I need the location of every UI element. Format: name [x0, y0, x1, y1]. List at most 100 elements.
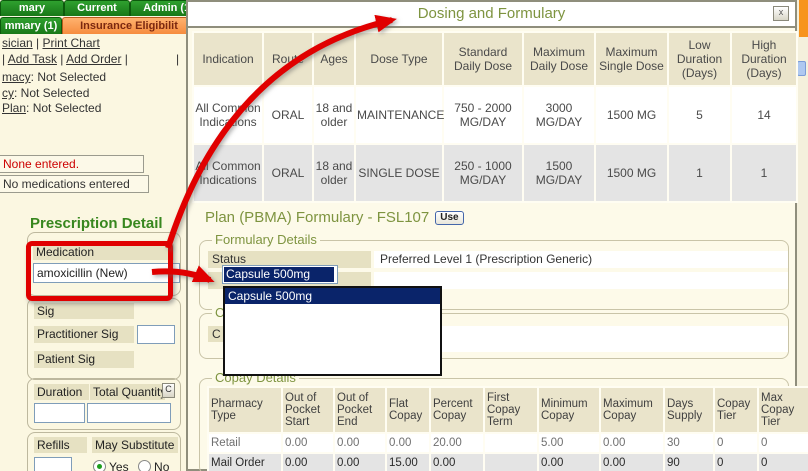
table-cell: 0.00 [387, 434, 429, 452]
physician-link[interactable]: sician [2, 36, 33, 50]
column-header: Indication [194, 33, 262, 85]
patient-sig-label: Patient Sig [34, 351, 134, 368]
table-cell: ORAL [264, 145, 312, 201]
close-icon: x [779, 7, 784, 17]
combobox-selected-value: Capsule 500mg [224, 267, 334, 282]
column-header: Max Copay Tier [759, 388, 808, 432]
substitute-radios: Yes No [93, 458, 169, 471]
pharmacy-status: : Not Selected [31, 70, 106, 84]
link-line-tasks: | Add Task | Add Order | [2, 52, 128, 66]
dosing-formulary-dialog: Dosing and Formulary x Indication Route … [186, 0, 797, 471]
column-header: Flat Copay [387, 388, 429, 432]
table-row: All Common Indications ORAL 18 and older… [194, 87, 796, 143]
table-cell: Retail [209, 434, 281, 452]
formulary-details-legend: Formulary Details [212, 233, 320, 247]
column-header: Copay Tier [715, 388, 757, 432]
orange-tab-edge [799, 0, 808, 37]
practitioner-sig-input[interactable] [137, 325, 175, 344]
sig-header: Sig [34, 303, 134, 319]
copay-table: Pharmacy Type Out of Pocket Start Out of… [207, 386, 808, 471]
plan-link[interactable]: Plan [2, 101, 26, 115]
table-cell: 0 [759, 454, 808, 471]
use-button[interactable]: Use [435, 211, 463, 225]
tab-current[interactable]: Current [64, 0, 130, 16]
table-cell: 1 [732, 145, 796, 201]
allergies-alert: None entered. [0, 155, 144, 173]
refills-input[interactable] [34, 457, 72, 471]
plan-status: : Not Selected [26, 101, 101, 115]
table-cell: 1500 MG/DAY [524, 145, 594, 201]
add-task-link[interactable]: Add Task [8, 52, 57, 66]
print-chart-link[interactable]: Print Chart [42, 36, 99, 50]
duration-input[interactable] [34, 403, 85, 423]
tab-summary[interactable]: mmary (1) [0, 17, 62, 34]
separator: | [57, 52, 66, 66]
annotation-highlight-box [26, 241, 173, 301]
scrollbar-thumb-icon[interactable] [797, 61, 806, 76]
column-header: Days Supply [665, 388, 713, 432]
table-cell: 0.00 [335, 434, 385, 452]
prescription-detail-title: Prescription Detail [30, 215, 163, 232]
plan-formulary-heading: Plan (PBMA) Formulary - FSL107Use [205, 209, 464, 226]
column-header: Maximum Copay [601, 388, 663, 432]
may-substitute-label: May Substitute [92, 437, 178, 453]
dialog-title: Dosing and Formulary [188, 2, 795, 28]
separator: | [176, 52, 179, 66]
table-cell: 0.00 [283, 454, 333, 471]
table-cell: SINGLE DOSE [356, 145, 442, 201]
table-cell: MAINTENANCE [356, 87, 442, 143]
column-header: Standard Daily Dose [444, 33, 522, 85]
link-line-cy: cy: Not Selected [2, 86, 89, 100]
table-cell: 18 and older [314, 87, 354, 143]
duration-label: Duration [34, 384, 89, 400]
radio-yes-label[interactable]: Yes [109, 460, 129, 471]
table-cell: 0.00 [601, 434, 663, 452]
dropdown-option[interactable]: Capsule 500mg [225, 288, 440, 304]
radio-no-label[interactable]: No [154, 460, 169, 471]
dose-header-row: Indication Route Ages Dose Type Standard… [194, 33, 796, 85]
link-line-plan: Plan: Not Selected [2, 101, 101, 115]
refills-label: Refills [34, 437, 87, 453]
status-value: Preferred Level 1 (Prescription Generic) [374, 251, 788, 268]
table-cell: 0 [759, 434, 808, 452]
table-cell: 0.00 [431, 454, 483, 471]
practitioner-sig-label: Practitioner Sig [34, 326, 134, 343]
table-cell: 5 [669, 87, 730, 143]
pharmacy-link[interactable]: macy [2, 70, 31, 84]
table-cell: ORAL [264, 87, 312, 143]
dose-form-combobox[interactable]: Capsule 500mg [222, 265, 338, 284]
table-cell [485, 434, 537, 452]
total-quantity-input[interactable] [87, 403, 171, 423]
radio-yes-icon[interactable] [93, 460, 106, 471]
column-header: Percent Copay [431, 388, 483, 432]
close-button[interactable]: x [773, 6, 789, 21]
table-cell: 0.00 [539, 454, 599, 471]
column-header: Route [264, 33, 312, 85]
tab-insurance-eligibility[interactable]: Insurance Eligibilit [62, 17, 196, 34]
cy-link[interactable]: cy [2, 86, 14, 100]
table-cell [485, 454, 537, 471]
table-cell: 750 - 2000 MG/DAY [444, 87, 522, 143]
table-cell: 90 [665, 454, 713, 471]
radio-no-icon[interactable] [138, 460, 151, 471]
cy-status: : Not Selected [14, 86, 89, 100]
table-cell: 0 [715, 434, 757, 452]
calculator-button[interactable]: C [162, 383, 175, 398]
column-header: Ages [314, 33, 354, 85]
table-row: All Common Indications ORAL 18 and older… [194, 145, 796, 201]
column-header: Maximum Daily Dose [524, 33, 594, 85]
table-cell: 1 [669, 145, 730, 201]
column-header: Out of Pocket End [335, 388, 385, 432]
separator: | [33, 36, 43, 50]
total-quantity-label: Total Quantity [90, 384, 165, 400]
medications-alert: No medications entered [0, 175, 149, 193]
link-line-pharmacy: macy: Not Selected [2, 70, 106, 84]
table-cell: 0 [715, 454, 757, 471]
table-cell: 30 [665, 434, 713, 452]
table-cell: All Common Indications [194, 87, 262, 143]
tab-summary-top[interactable]: mary [0, 0, 64, 16]
table-cell: 5.00 [539, 434, 599, 452]
column-header: Dose Type [356, 33, 442, 85]
column-header: Minimum Copay [539, 388, 599, 432]
add-order-link[interactable]: Add Order [66, 52, 121, 66]
